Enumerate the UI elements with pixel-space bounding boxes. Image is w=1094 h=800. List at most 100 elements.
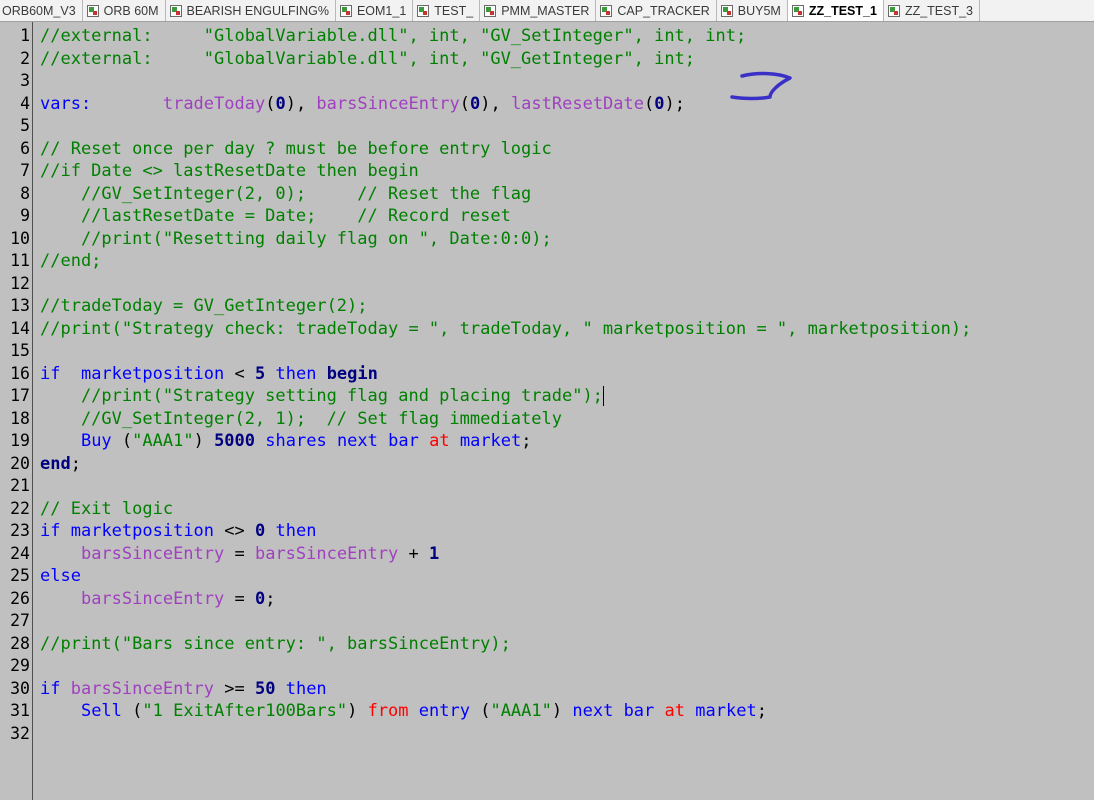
code-token: bar — [623, 701, 655, 721]
line-number: 22 — [10, 498, 30, 518]
code-line[interactable]: 7 //if Date <> lastResetDate then begin — [0, 160, 1094, 183]
code-token: 0 — [254, 588, 266, 609]
code-line[interactable]: 2 //external: "GlobalVariable.dll", int, … — [0, 48, 1094, 71]
code-line[interactable]: 24 barsSinceEntry = barsSinceEntry + 1 — [0, 543, 1094, 566]
code-line[interactable]: 27 — [0, 610, 1094, 633]
code-line[interactable]: 15 — [0, 340, 1094, 363]
code-text: //if Date <> lastResetDate then begin — [40, 160, 419, 183]
tab-label: BEARISH ENGULFING% — [186, 3, 329, 18]
strategy-document-icon — [600, 4, 613, 17]
code-line[interactable]: 8 //GV_SetInteger(2, 0); // Reset the fl… — [0, 183, 1094, 206]
code-token: ; — [265, 588, 276, 609]
code-line[interactable]: 25 else — [0, 565, 1094, 588]
code-line[interactable]: 13 //tradeToday = GV_GetInteger(2); — [0, 295, 1094, 318]
tab-buy5m[interactable]: BUY5M — [717, 0, 788, 21]
code-text: //print("Strategy check: tradeToday = ",… — [40, 318, 971, 341]
code-token: "AAA1" — [490, 701, 552, 721]
code-token: >= — [214, 678, 255, 699]
text-cursor — [602, 386, 604, 406]
code-line[interactable]: 28 //print("Bars since entry: ", barsSinc… — [0, 633, 1094, 656]
line-number: 21 — [10, 476, 30, 495]
code-line[interactable]: 3 — [0, 70, 1094, 93]
code-line[interactable]: 18 //GV_SetInteger(2, 1); // Set flag im… — [0, 408, 1094, 431]
tab-zz-test-1[interactable]: ZZ_TEST_1 — [787, 0, 884, 21]
code-line[interactable]: 10 //print("Resetting daily flag on ", D… — [0, 228, 1094, 251]
strategy-document-icon — [86, 4, 99, 17]
tab-orb-60m[interactable]: ORB 60M — [83, 0, 166, 21]
code-line[interactable]: 11 //end; — [0, 250, 1094, 273]
code-token: shares — [265, 431, 327, 451]
tab-label: BUY5M — [737, 3, 781, 18]
code-token: Sell — [80, 701, 122, 721]
code-token: 0 — [469, 93, 481, 114]
code-token: from — [367, 701, 409, 721]
tab-zz-test-3[interactable]: ZZ_TEST_3 — [884, 0, 981, 21]
code-line[interactable]: 14 //print("Strategy check: tradeToday = … — [0, 318, 1094, 341]
code-token: begin — [326, 363, 378, 384]
line-number: 26 — [10, 588, 30, 608]
code-line[interactable]: 5 — [0, 115, 1094, 138]
code-line[interactable]: 20 end; — [0, 453, 1094, 476]
code-line[interactable]: 1 //external: "GlobalVariable.dll", int, … — [0, 25, 1094, 48]
code-text: //external: "GlobalVariable.dll", int, "… — [40, 25, 746, 48]
code-editor[interactable]: 1 //external: "GlobalVariable.dll", int, … — [0, 22, 1094, 800]
code-token: //print("Resetting daily flag on ", Date… — [40, 228, 552, 249]
line-number: 4 — [20, 93, 30, 113]
code-line[interactable]: 21 — [0, 475, 1094, 498]
code-text: //end; — [40, 250, 101, 273]
code-token: ( — [265, 93, 276, 114]
code-token: // Reset once per day ? must be before e… — [40, 138, 552, 159]
code-token: 0 — [275, 93, 286, 114]
strategy-document-icon — [791, 4, 804, 17]
code-line[interactable]: 23 if marketposition <> 0 then — [0, 520, 1094, 543]
code-token: then — [275, 363, 317, 384]
code-token: ); — [664, 93, 685, 114]
code-line[interactable]: 6 // Reset once per day ? must be before … — [0, 138, 1094, 161]
line-number: 8 — [20, 183, 30, 203]
code-line[interactable]: 16 if marketposition < 5 then begin — [0, 363, 1094, 386]
code-text: //GV_SetInteger(2, 1); // Set flag immed… — [40, 408, 562, 431]
code-line[interactable]: 31 Sell ("1 ExitAfter100Bars") from entr… — [0, 700, 1094, 723]
tab-cap-tracker[interactable]: CAP_TRACKER — [596, 0, 717, 21]
tab-orb60m-v3[interactable]: ORB60M_V3 — [0, 0, 83, 21]
code-line[interactable]: 9 //lastResetDate = Date; // Record rese… — [0, 205, 1094, 228]
strategy-document-icon — [417, 4, 430, 17]
tab-label: PMM_MASTER — [501, 3, 590, 18]
line-number: 20 — [10, 453, 30, 473]
code-line[interactable]: 4 vars: tradeToday(0), barsSinceEntry(0),… — [0, 93, 1094, 116]
code-line[interactable]: 29 — [0, 655, 1094, 678]
code-text: else — [40, 565, 81, 588]
code-token: bar — [388, 431, 419, 451]
code-token: market — [695, 701, 757, 721]
code-line[interactable]: 12 — [0, 273, 1094, 296]
code-area[interactable]: 1 //external: "GlobalVariable.dll", int, … — [0, 25, 1094, 745]
code-line[interactable]: 32 — [0, 723, 1094, 746]
tab-test[interactable]: TEST_ — [413, 0, 481, 21]
code-line[interactable]: 17 //print("Strategy setting flag and pl… — [0, 385, 1094, 408]
line-number: 17 — [10, 386, 30, 405]
code-token: // Exit logic — [40, 498, 174, 519]
code-token: //if Date <> lastResetDate then begin — [40, 161, 419, 181]
code-token: ( — [111, 431, 133, 451]
code-line[interactable]: 30 if barsSinceEntry >= 50 then — [0, 678, 1094, 701]
code-token: next — [336, 431, 378, 451]
code-token: //end; — [40, 251, 102, 271]
tab-eom1-1[interactable]: EOM1_1 — [336, 0, 414, 21]
code-text: // Reset once per day ? must be before e… — [40, 138, 552, 161]
code-line[interactable]: 19 Buy ("AAA1") 5000 shares next bar at … — [0, 430, 1094, 453]
tab-bearish-engulfing[interactable]: BEARISH ENGULFING% — [166, 0, 336, 21]
line-number: 19 — [10, 431, 30, 450]
code-line[interactable]: 22 // Exit logic — [0, 498, 1094, 521]
code-line[interactable]: 26 barsSinceEntry = 0; — [0, 588, 1094, 611]
tab-label: CAP_TRACKER — [617, 3, 710, 18]
code-token: ), — [285, 93, 317, 114]
tab-pmm-master[interactable]: PMM_MASTER — [480, 0, 597, 21]
code-token: vars: — [40, 93, 92, 114]
code-token: 5 — [254, 363, 266, 384]
code-token: entry — [418, 701, 470, 721]
